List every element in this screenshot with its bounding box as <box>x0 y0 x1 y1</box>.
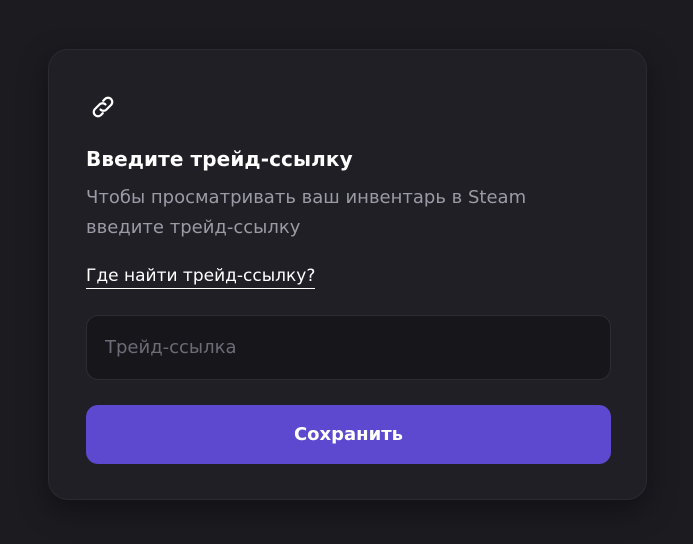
link-icon <box>87 91 119 123</box>
trade-link-card: Введите трейд-ссылку Чтобы просматривать… <box>48 49 647 500</box>
where-to-find-trade-link[interactable]: Где найти трейд-ссылку? <box>86 266 316 289</box>
page: Введите трейд-ссылку Чтобы просматривать… <box>0 0 693 544</box>
trade-link-input[interactable] <box>86 315 611 380</box>
card-subtitle: Чтобы просматривать ваш инвентарь в Stea… <box>86 187 527 238</box>
card-title: Введите трейд-ссылку <box>86 147 353 171</box>
save-button[interactable]: Сохранить <box>86 405 611 464</box>
